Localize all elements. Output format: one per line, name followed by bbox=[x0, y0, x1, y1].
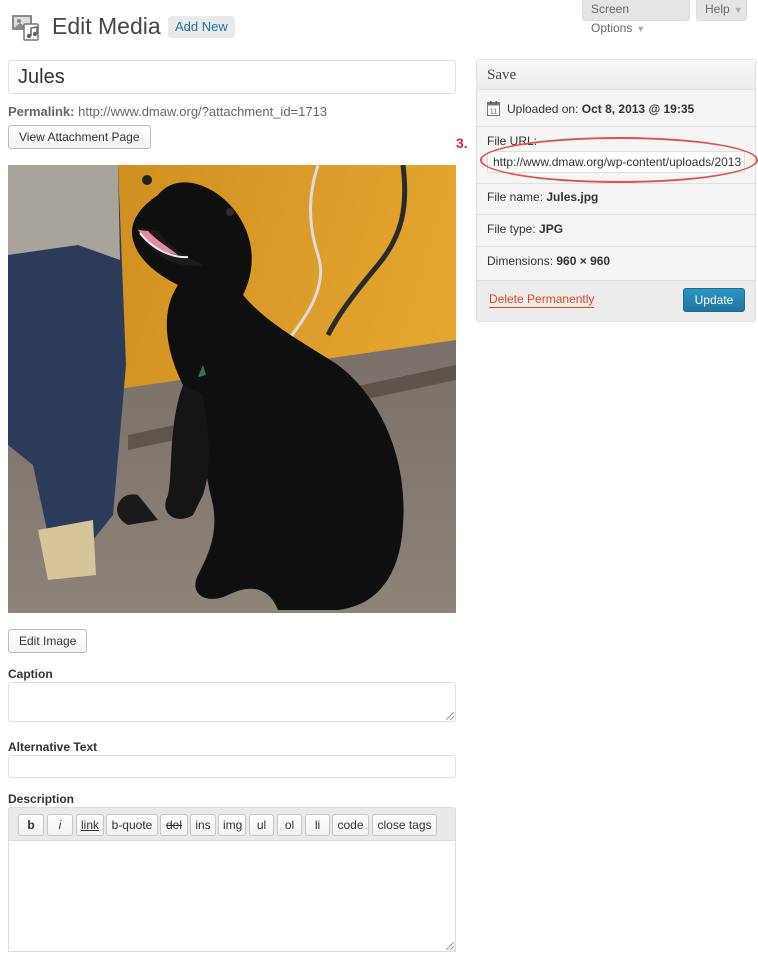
update-button[interactable]: Update bbox=[683, 288, 745, 312]
file-name: File name: Jules.jpg bbox=[487, 190, 598, 204]
uploaded-value: Oct 8, 2013 @ 19:35 bbox=[581, 102, 695, 116]
qt-italic-button[interactable]: i bbox=[47, 814, 73, 836]
dimensions-label: Dimensions: bbox=[487, 254, 554, 268]
permalink-label: Permalink: bbox=[8, 104, 75, 119]
qt-del-button[interactable]: del bbox=[160, 814, 188, 836]
description-label: Description bbox=[8, 792, 75, 806]
resize-grip-icon[interactable] bbox=[446, 942, 454, 950]
dimensions: Dimensions: 960 × 960 bbox=[487, 254, 610, 268]
divider bbox=[477, 126, 755, 127]
qt-ins-button[interactable]: ins bbox=[190, 814, 216, 836]
file-name-value: Jules.jpg bbox=[546, 190, 599, 204]
screen-options-tab[interactable]: Screen Options ▼ bbox=[582, 0, 690, 35]
screen-options-label: Screen Options bbox=[591, 2, 633, 35]
file-type-label: File type: bbox=[487, 222, 536, 236]
help-label: Help bbox=[705, 2, 730, 16]
dimensions-value: 960 × 960 bbox=[556, 254, 611, 268]
description-textarea[interactable] bbox=[8, 840, 456, 952]
quicktags-toolbar: b i link b-quote del ins img ul ol li co… bbox=[8, 807, 456, 840]
highlight-oval bbox=[480, 137, 758, 183]
chevron-down-icon: ▼ bbox=[733, 5, 743, 15]
alt-text-input[interactable] bbox=[8, 755, 456, 778]
add-new-button[interactable]: Add New bbox=[168, 16, 235, 38]
qt-bold-button[interactable]: b bbox=[18, 814, 44, 836]
edit-image-button[interactable]: Edit Image bbox=[8, 629, 88, 653]
media-library-icon bbox=[10, 10, 42, 42]
delete-permanently-link[interactable]: Delete Permanently bbox=[489, 292, 595, 308]
resize-grip-icon[interactable] bbox=[446, 712, 454, 720]
qt-link-button[interactable]: link bbox=[76, 814, 104, 836]
divider bbox=[477, 214, 755, 215]
chevron-down-icon: ▼ bbox=[636, 24, 646, 34]
qt-li-button[interactable]: li bbox=[305, 814, 330, 836]
qt-close-tags-button[interactable]: close tags bbox=[372, 814, 437, 836]
caption-label: Caption bbox=[8, 667, 53, 681]
title-input[interactable]: Jules bbox=[8, 60, 456, 94]
page-title: Edit Media bbox=[52, 13, 161, 39]
qt-bquote-button[interactable]: b-quote bbox=[106, 814, 158, 836]
uploaded-label: Uploaded on: bbox=[507, 102, 579, 116]
file-type: File type: JPG bbox=[487, 222, 563, 236]
qt-img-button[interactable]: img bbox=[218, 814, 246, 836]
step-number-annotation: 3. bbox=[456, 135, 468, 151]
file-type-value: JPG bbox=[539, 222, 564, 236]
qt-ul-button[interactable]: ul bbox=[249, 814, 274, 836]
uploaded-on: Uploaded on: Oct 8, 2013 @ 19:35 bbox=[507, 102, 694, 116]
caption-textarea[interactable] bbox=[8, 682, 456, 722]
divider bbox=[477, 183, 755, 184]
permalink: Permalink: http://www.dmaw.org/?attachme… bbox=[8, 104, 327, 119]
alt-text-label: Alternative Text bbox=[8, 740, 98, 754]
view-attachment-button[interactable]: View Attachment Page bbox=[8, 125, 151, 149]
file-name-label: File name: bbox=[487, 190, 544, 204]
help-tab[interactable]: Help ▼ bbox=[696, 0, 747, 21]
permalink-url[interactable]: http://www.dmaw.org/?attachment_id=1713 bbox=[78, 104, 327, 119]
calendar-icon: 11 bbox=[487, 101, 500, 116]
svg-text:11: 11 bbox=[490, 109, 497, 116]
attachment-image bbox=[8, 165, 456, 613]
qt-code-button[interactable]: code bbox=[332, 814, 369, 836]
divider bbox=[477, 246, 755, 247]
qt-ol-button[interactable]: ol bbox=[277, 814, 302, 836]
save-box-title: Save bbox=[477, 60, 755, 90]
